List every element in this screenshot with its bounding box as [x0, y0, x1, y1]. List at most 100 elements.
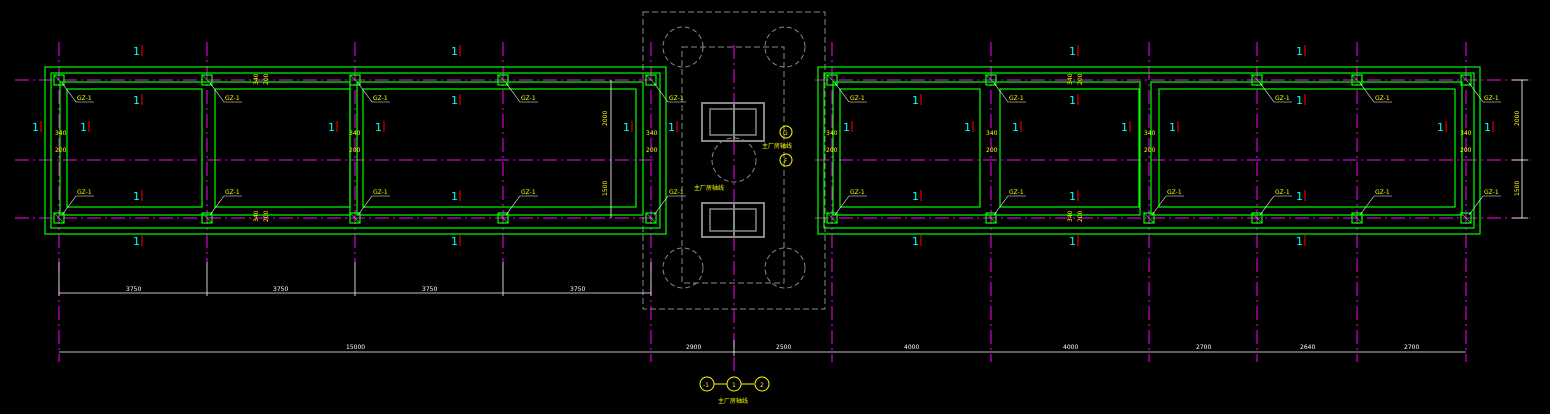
column-gz-1: GZ-1 — [1460, 74, 1501, 103]
section-number: 1 — [912, 94, 919, 107]
column-leader — [61, 82, 77, 103]
section-number: 1 — [1437, 121, 1444, 134]
equipment-label: 主厂房轴线 — [762, 142, 792, 150]
beam-bay-inner — [1158, 88, 1456, 208]
section-mark: 1 — [1069, 190, 1079, 203]
column-tag-label: GZ-1 — [225, 189, 240, 196]
section-number: 1 — [133, 235, 140, 248]
height-dim-label: 2000 — [1514, 111, 1521, 126]
section-number: 1 — [1069, 45, 1076, 58]
section-number: 1 — [32, 121, 39, 134]
cad-drawing-canvas: GZ-1 GZ-1 GZ-1 GZ-1 GZ-1 GZ-1 GZ-1 GZ-1 GZ-1 GZ-1… — [0, 0, 1550, 414]
beam-bay-inner — [362, 88, 637, 208]
equipment-circle — [764, 26, 806, 68]
column-tag-label: GZ-1 — [1167, 189, 1182, 196]
section-number: 1 — [451, 94, 458, 107]
dim-label: 15000 — [346, 344, 365, 351]
section-number: 1 — [912, 235, 919, 248]
bottom-caption: 主厂房轴线 — [718, 397, 748, 405]
dim-label: 4000 — [904, 344, 919, 351]
beam-size-label: 340 — [986, 130, 998, 137]
section-number: 1 — [375, 121, 382, 134]
section-mark: 1 — [133, 45, 143, 58]
column-tag-label: GZ-1 — [373, 95, 388, 102]
section-mark: 1 — [623, 121, 633, 134]
column-tag-label: GZ-1 — [1375, 189, 1390, 196]
section-number: 1 — [451, 190, 458, 203]
column-tag-label: GZ-1 — [373, 189, 388, 196]
dim-label: 3750 — [570, 286, 585, 293]
section-mark: 1 — [1296, 235, 1306, 248]
dim-label: 2700 — [1404, 344, 1419, 351]
section-mark: 1 — [1069, 45, 1079, 58]
axis-bubble-label: 2 — [760, 382, 764, 389]
beam-size-label: 200 — [263, 73, 270, 85]
section-mark: 1 — [375, 121, 385, 134]
column-leader — [357, 82, 373, 103]
beam-bay-outer — [1150, 81, 1463, 216]
section-number: 1 — [1169, 121, 1176, 134]
beam-size-label: 200 — [1077, 73, 1084, 85]
column-tag-label: GZ-1 — [1484, 95, 1499, 102]
column-tag-label: GZ-1 — [521, 189, 536, 196]
section-number: 1 — [1296, 190, 1303, 203]
axis-bubble-label: G — [783, 130, 788, 137]
section-mark: 1 — [451, 235, 461, 248]
column-tag-label: GZ-1 — [77, 189, 92, 196]
dim-label: 3750 — [273, 286, 288, 293]
beam-size-label: 340 — [349, 130, 361, 137]
beam-size-label: 200 — [646, 147, 658, 154]
section-mark: 1 — [1296, 45, 1306, 58]
section-number: 1 — [1012, 121, 1019, 134]
section-number: 1 — [451, 235, 458, 248]
height-dim-label: 1500 — [1514, 181, 1521, 196]
section-number: 1 — [133, 190, 140, 203]
section-number: 1 — [964, 121, 971, 134]
column-tag-label: GZ-1 — [1009, 95, 1024, 102]
beam-size-label: 200 — [826, 147, 838, 154]
beam-size-label: 340 — [253, 210, 260, 222]
section-mark: 1 — [133, 235, 143, 248]
section-number: 1 — [328, 121, 335, 134]
section-mark: 1 — [32, 121, 42, 134]
beam-size-label: 340 — [1460, 130, 1472, 137]
section-mark: 1 — [964, 121, 974, 134]
section-number: 1 — [451, 45, 458, 58]
beam-size-label: 340 — [1144, 130, 1156, 137]
axis-bubble-label: 1 — [732, 382, 736, 389]
section-mark: 1 — [1296, 190, 1306, 203]
beam-bay-outer — [59, 81, 351, 216]
column-tag-label: GZ-1 — [521, 95, 536, 102]
beam-size-label: 200 — [263, 210, 270, 222]
beam-size-label: 200 — [1144, 147, 1156, 154]
section-number: 1 — [1069, 190, 1076, 203]
column-leader — [209, 82, 225, 103]
column-tag-label: GZ-1 — [1009, 189, 1024, 196]
section-mark: 1 — [912, 94, 922, 107]
equipment-outline-inner — [681, 46, 785, 284]
section-mark: 1 — [133, 190, 143, 203]
section-mark: 1 — [1437, 121, 1447, 134]
section-number: 1 — [133, 45, 140, 58]
beam-size-label: 340 — [55, 130, 67, 137]
section-mark: 1 — [912, 190, 922, 203]
section-number: 1 — [1296, 235, 1303, 248]
section-mark: 1 — [668, 121, 678, 134]
height-dim-label: 2000 — [602, 111, 609, 126]
dim-label: 4000 — [1063, 344, 1078, 351]
section-mark: 1 — [133, 94, 143, 107]
column-leader — [61, 195, 77, 216]
section-number: 1 — [912, 190, 919, 203]
beam-size-label: 200 — [986, 147, 998, 154]
section-number: 1 — [80, 121, 87, 134]
column-leader — [1468, 195, 1484, 216]
beam-size-label: 200 — [1077, 210, 1084, 222]
column-leader — [1259, 82, 1275, 103]
axis-bubbles-bottom: -1 1 2 主厂房轴线 — [699, 376, 770, 405]
beam-size-label: 340 — [1067, 73, 1074, 85]
axis-bubble-label: -1 — [703, 382, 709, 389]
dimension-row-2 — [59, 340, 1466, 356]
section-number: 1 — [1296, 45, 1303, 58]
section-number: 1 — [1296, 94, 1303, 107]
column-tag-label: GZ-1 — [77, 95, 92, 102]
